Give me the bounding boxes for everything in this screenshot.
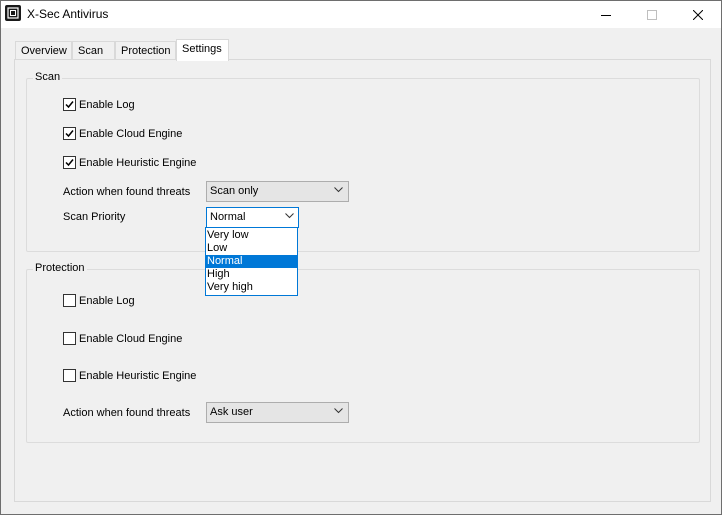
scan-enable-cloud-row[interactable]: Enable Cloud Engine bbox=[63, 127, 182, 140]
chevron-down-icon bbox=[285, 213, 294, 219]
tab-settings[interactable]: Settings bbox=[176, 39, 229, 61]
scan-action-select[interactable]: Scan only bbox=[206, 181, 349, 202]
close-icon bbox=[693, 9, 703, 20]
scan-priority-label: Scan Priority bbox=[63, 211, 126, 223]
app-logo-icon bbox=[5, 5, 21, 21]
priority-option-high[interactable]: High bbox=[206, 268, 297, 281]
maximize-icon bbox=[647, 9, 657, 20]
protection-enable-cloud-label: Enable Cloud Engine bbox=[79, 332, 183, 345]
scan-group-title: Scan bbox=[33, 71, 63, 83]
scan-action-label: Action when found threats bbox=[63, 186, 191, 198]
protection-enable-log-label: Enable Log bbox=[79, 294, 135, 307]
scan-priority-dropdown: Very low Low Normal High Very high bbox=[205, 227, 298, 296]
scan-enable-log-checkbox[interactable] bbox=[63, 98, 76, 111]
title-bar[interactable]: X-Sec Antivirus bbox=[1, 1, 721, 28]
protection-action-label: Action when found threats bbox=[63, 407, 191, 419]
checkmark-icon bbox=[65, 130, 74, 138]
chevron-down-icon bbox=[334, 408, 343, 414]
priority-option-very-high[interactable]: Very high bbox=[206, 281, 297, 294]
priority-option-very-low[interactable]: Very low bbox=[206, 229, 297, 242]
maximize-button[interactable] bbox=[629, 1, 675, 28]
tab-scan[interactable]: Scan bbox=[72, 41, 115, 60]
protection-group-title: Protection bbox=[33, 262, 87, 274]
scan-enable-heuristic-label: Enable Heuristic Engine bbox=[79, 156, 197, 169]
scan-enable-cloud-label: Enable Cloud Engine bbox=[79, 127, 183, 140]
protection-enable-log-checkbox[interactable] bbox=[63, 294, 76, 307]
protection-action-select[interactable]: Ask user bbox=[206, 402, 349, 423]
checkmark-icon bbox=[65, 101, 74, 109]
settings-panel: Scan Enable Log Enable Cloud Engine Enab… bbox=[14, 59, 711, 502]
scan-action-value: Scan only bbox=[210, 185, 259, 197]
chevron-down-icon bbox=[334, 187, 343, 193]
protection-group: Protection Enable Log Enable Cloud Engin… bbox=[26, 262, 700, 443]
tab-protection[interactable]: Protection bbox=[115, 41, 176, 60]
scan-enable-cloud-checkbox[interactable] bbox=[63, 127, 76, 140]
close-button[interactable] bbox=[675, 1, 721, 28]
protection-action-value: Ask user bbox=[210, 406, 253, 418]
protection-enable-heuristic-label: Enable Heuristic Engine bbox=[79, 369, 197, 382]
protection-enable-heuristic-row[interactable]: Enable Heuristic Engine bbox=[63, 369, 196, 382]
checkmark-icon bbox=[65, 159, 74, 167]
scan-priority-select[interactable]: Normal bbox=[206, 207, 299, 228]
protection-enable-log-row[interactable]: Enable Log bbox=[63, 294, 135, 307]
protection-enable-cloud-checkbox[interactable] bbox=[63, 332, 76, 345]
priority-option-normal[interactable]: Normal bbox=[206, 255, 297, 268]
window-title: X-Sec Antivirus bbox=[27, 7, 109, 21]
protection-enable-cloud-row[interactable]: Enable Cloud Engine bbox=[63, 332, 182, 345]
tab-overview[interactable]: Overview bbox=[15, 41, 72, 60]
scan-group: Scan Enable Log Enable Cloud Engine Enab… bbox=[26, 71, 700, 252]
minimize-button[interactable] bbox=[583, 1, 629, 28]
scan-priority-value: Normal bbox=[210, 211, 246, 223]
priority-option-low[interactable]: Low bbox=[206, 242, 297, 255]
protection-enable-heuristic-checkbox[interactable] bbox=[63, 369, 76, 382]
scan-enable-heuristic-checkbox[interactable] bbox=[63, 156, 76, 169]
minimize-icon bbox=[601, 14, 611, 16]
scan-enable-log-row[interactable]: Enable Log bbox=[63, 98, 135, 111]
scan-enable-heuristic-row[interactable]: Enable Heuristic Engine bbox=[63, 156, 196, 169]
scan-enable-log-label: Enable Log bbox=[79, 98, 135, 111]
app-window: X-Sec Antivirus Overview Scan Protection… bbox=[0, 0, 722, 515]
